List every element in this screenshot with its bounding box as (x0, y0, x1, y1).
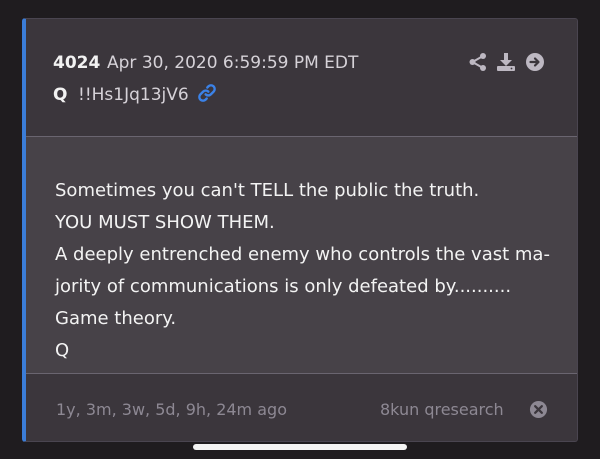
share-icon[interactable] (468, 52, 488, 72)
arrow-right-circle-icon[interactable] (525, 52, 545, 72)
home-indicator[interactable] (193, 444, 407, 450)
post-timestamp: Apr 30, 2020 6:59:59 PM EDT (107, 53, 359, 73)
post-footer: 1y, 3m, 3w, 5d, 9h, 24m ago 8kun qresear… (26, 374, 577, 441)
post-message: Sometimes you can't TELL the public the … (55, 175, 550, 367)
message-line: Sometimes you can't TELL the public the … (55, 180, 480, 201)
message-line: Q (55, 340, 70, 361)
post-card: 4024 Apr 30, 2020 6:59:59 PM EDT Q !!Hs1… (22, 18, 578, 442)
message-line: YOU MUST SHOW THEM. (55, 212, 275, 233)
post-author: Q (53, 85, 68, 105)
message-line: A deeply entrenched enemy who controls t… (55, 244, 550, 265)
link-icon[interactable] (196, 82, 218, 104)
message-line: Game theory. (55, 308, 177, 329)
post-body: Sometimes you can't TELL the public the … (26, 137, 577, 373)
download-icon[interactable] (496, 52, 516, 72)
post-number[interactable]: 4024 (53, 53, 100, 73)
post-header: 4024 Apr 30, 2020 6:59:59 PM EDT Q !!Hs1… (26, 19, 577, 136)
post-tripcode: !!Hs1Jq13jV6 (78, 85, 189, 105)
post-age: 1y, 3m, 3w, 5d, 9h, 24m ago (56, 400, 287, 419)
message-line: jority of communications is only defeate… (55, 276, 512, 297)
close-circle-icon[interactable] (529, 400, 548, 419)
post-source[interactable]: 8kun qresearch (380, 400, 504, 419)
